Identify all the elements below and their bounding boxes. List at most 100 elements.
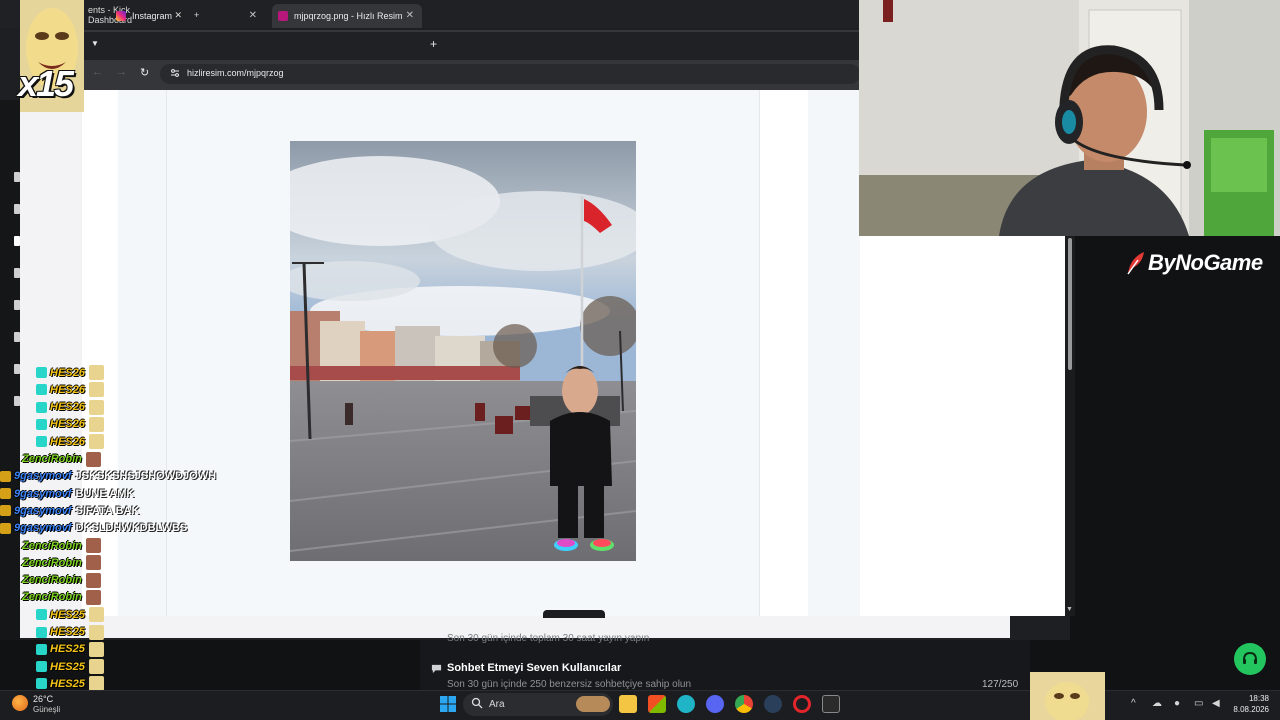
page-left-column	[118, 90, 166, 616]
chat-message: HES26	[36, 381, 104, 398]
search-icon	[471, 697, 483, 709]
chat-emote-icon	[88, 624, 104, 640]
chat-badge-icon	[0, 522, 11, 534]
chat-emote-icon	[88, 399, 104, 415]
chat-message: 9gasymovf JSKSKSHSJSHOWDJOWH	[0, 468, 216, 485]
chat-badge-icon	[0, 505, 11, 517]
feather-icon	[1127, 252, 1144, 275]
emote-image	[1030, 672, 1105, 720]
chat-badge-icon	[36, 384, 47, 396]
webcam-feed	[859, 0, 1280, 236]
epic-games-icon[interactable]	[822, 695, 840, 713]
chat-badge-icon	[36, 436, 47, 448]
chat-message: HES25	[36, 658, 104, 675]
new-tab-button[interactable]: +	[430, 37, 437, 51]
chat-message: ZenciRobin	[22, 572, 101, 589]
support-chat-button[interactable]	[1234, 643, 1266, 675]
chat-badge-icon	[36, 626, 47, 638]
scrollbar-thumb[interactable]	[1068, 238, 1072, 370]
back-icon[interactable]: ←	[92, 66, 103, 78]
chat-badge-icon	[0, 470, 11, 482]
chat-emote-icon	[85, 555, 101, 571]
chat-message: HES25	[36, 624, 104, 641]
sponsor-name: ByNoGame	[1148, 250, 1263, 275]
chat-username: HES26	[50, 401, 85, 414]
chat-username: HES25	[50, 626, 85, 638]
file-explorer-icon[interactable]	[619, 695, 637, 713]
tab-strip	[82, 32, 859, 60]
sponsor-logo: ByNoGame	[1124, 250, 1263, 276]
onedrive-icon[interactable]: ☁	[1152, 698, 1162, 709]
chat-username: 9gasymovf	[14, 504, 72, 517]
chat-emote-icon	[88, 607, 104, 623]
chat-message-text: SIFATA BAK	[75, 504, 140, 517]
tab-instagram[interactable]: Instagram ✕	[110, 4, 265, 28]
close-icon[interactable]: ✕	[249, 10, 257, 21]
windows-start-icon[interactable]	[440, 696, 456, 712]
chat-message-text: BUNE AMK	[75, 487, 135, 500]
url-text[interactable]: hizliresim.com/mjpqrzog	[187, 68, 284, 78]
chat-username: ZenciRobin	[22, 574, 82, 587]
chat-message: ZenciRobin	[22, 589, 101, 606]
uploaded-photo[interactable]	[290, 141, 636, 561]
clock-date[interactable]: 8.08.2026	[1222, 705, 1269, 714]
chat-message-text: DKSLDHWKDBLWBS	[75, 522, 188, 535]
discord-icon[interactable]	[706, 695, 724, 713]
chat-message: 9gasymovf BUNE AMK	[0, 485, 134, 502]
edge-icon[interactable]	[677, 695, 695, 713]
clock-time[interactable]: 18:38	[1239, 694, 1269, 703]
chat-message-text: JSKSKSHSJSHOWDJOWH	[75, 470, 217, 483]
instagram-icon	[116, 11, 126, 21]
tab-hizli-resim[interactable]: mjpqrzog.png - Hızlı Resim ✕	[272, 4, 422, 28]
chat-emote-icon	[88, 659, 104, 675]
store-icon[interactable]	[648, 695, 666, 713]
search-placeholder[interactable]: Ara	[489, 699, 505, 710]
microphone-icon[interactable]: ●	[1174, 698, 1180, 709]
chat-username: HES25	[50, 608, 85, 621]
chat-username: HES26	[50, 418, 85, 431]
chat-username: HES25	[50, 660, 85, 673]
chat-username: HES26	[50, 366, 85, 379]
chat-message: HES26	[36, 364, 104, 381]
chat-username: ZenciRobin	[22, 556, 82, 569]
tab-search-dropdown[interactable]: ▼	[91, 39, 99, 48]
chat-bubble-icon	[431, 664, 442, 674]
chrome-icon[interactable]	[735, 695, 753, 713]
chat-username: ZenciRobin	[22, 539, 82, 552]
chat-emote-icon	[88, 365, 104, 380]
dashboard-sidebar	[0, 100, 20, 640]
tab-label: Instagram	[132, 11, 173, 21]
chat-badge-icon	[0, 488, 11, 500]
chat-username: 9gasymovf	[14, 522, 72, 535]
stream-screen: ents - Kick Dashboard ✕ + Son 30 gün içi…	[0, 0, 1280, 720]
chat-badge-icon	[36, 418, 47, 430]
achievement-title: Sohbet Etmeyi Seven Kullanıcılar	[447, 662, 622, 674]
chat-emote-icon	[88, 416, 104, 432]
volume-icon[interactable]: ◀	[1212, 698, 1220, 709]
achievement-description: Son 30 gün içinde toplam 30 saat yayın y…	[447, 633, 650, 644]
chat-emote-icon	[88, 382, 104, 398]
chat-username: 9gasymovf	[14, 470, 72, 483]
chat-username: ZenciRobin	[22, 591, 82, 604]
chat-message: ZenciRobin	[22, 554, 101, 571]
reload-icon[interactable]: ↻	[140, 66, 149, 79]
tray-overflow-icon[interactable]: ^	[1131, 698, 1136, 709]
network-icon[interactable]: ▭	[1194, 698, 1203, 709]
chat-message: HES26	[36, 433, 104, 450]
headset-icon	[1243, 651, 1257, 664]
weather-temperature[interactable]: 26°C	[33, 694, 53, 704]
scroll-down-icon[interactable]: ▼	[1066, 606, 1073, 613]
steam-icon[interactable]	[764, 695, 782, 713]
site-settings-icon[interactable]	[170, 68, 180, 78]
chat-message: HES26	[36, 399, 104, 416]
page-bottom-handle	[543, 610, 605, 618]
achievement-progress: 127/250	[982, 679, 1019, 690]
chat-username: 9gasymovf	[14, 487, 72, 500]
forward-icon[interactable]: →	[116, 66, 127, 78]
emote-multiplier: x15	[18, 63, 74, 104]
chat-badge-icon	[36, 678, 47, 690]
opera-gx-icon[interactable]	[793, 695, 811, 713]
close-icon[interactable]: ✕	[406, 10, 414, 21]
weather-sun-icon[interactable]	[12, 695, 28, 711]
weather-description[interactable]: Güneşli	[33, 705, 60, 714]
